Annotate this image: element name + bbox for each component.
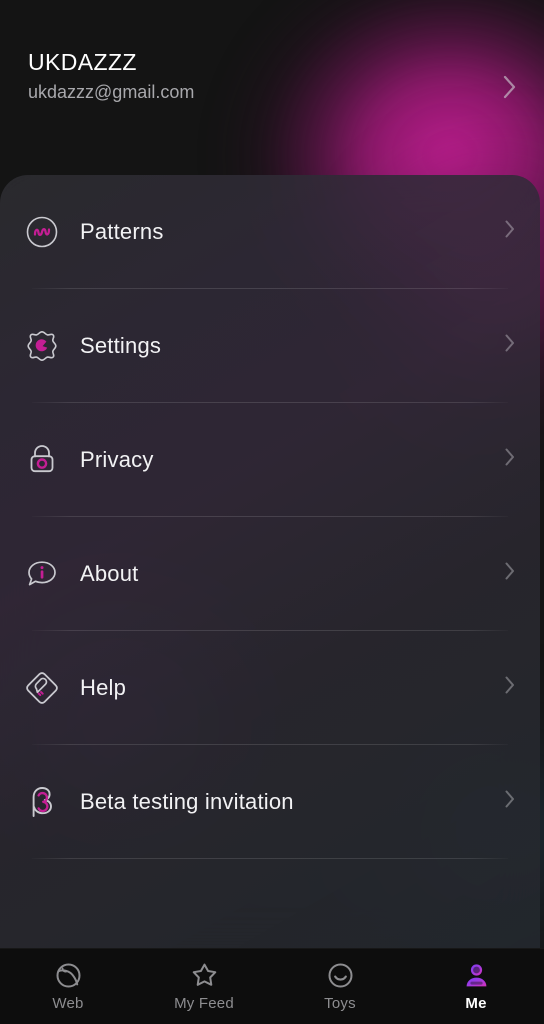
- menu-item-settings[interactable]: Settings: [0, 289, 540, 402]
- menu-item-about[interactable]: About: [0, 517, 540, 630]
- nav-item-toys[interactable]: Toys: [272, 960, 408, 1012]
- smiley-icon: [325, 960, 355, 990]
- settings-menu-list: Patterns Settings Privacy About Help Bet…: [0, 175, 540, 859]
- nav-item-label: My Feed: [174, 995, 234, 1012]
- chevron-right-icon[interactable]: [504, 333, 516, 358]
- app-screen: UKDAZZZ ukdazzz@gmail.com Patterns Setti…: [0, 0, 544, 1024]
- settings-card: Patterns Settings Privacy About Help Bet…: [0, 175, 540, 948]
- account-name: UKDAZZZ: [28, 49, 137, 75]
- menu-item-label: Help: [80, 674, 127, 700]
- info-bubble-icon: [22, 554, 62, 594]
- star-icon: [189, 960, 219, 990]
- bottom-navigation: Web My Feed Toys Me: [0, 948, 544, 1024]
- menu-item-patterns[interactable]: Patterns: [0, 175, 540, 288]
- menu-divider: [32, 858, 508, 859]
- menu-item-label: Settings: [80, 332, 162, 358]
- diamond-help-icon: [22, 668, 62, 708]
- account-text-block: UKDAZZZ ukdazzz@gmail.com: [28, 44, 502, 105]
- menu-item-label: Beta testing invitation: [80, 788, 294, 814]
- gear-icon: [22, 326, 62, 366]
- chevron-right-icon[interactable]: [504, 675, 516, 700]
- nav-item-label: Me: [465, 995, 487, 1012]
- beta-icon: [22, 782, 62, 822]
- menu-item-label: About: [80, 560, 139, 586]
- lock-icon: [22, 440, 62, 480]
- patterns-wave-icon: [22, 212, 62, 252]
- nav-item-me[interactable]: Me: [408, 960, 544, 1012]
- account-email: ukdazzz@gmail.com: [28, 82, 195, 102]
- globe-icon: [53, 960, 83, 990]
- nav-item-web[interactable]: Web: [0, 960, 136, 1012]
- menu-item-privacy[interactable]: Privacy: [0, 403, 540, 516]
- menu-item-beta-testing-invitation[interactable]: Beta testing invitation: [0, 745, 540, 858]
- menu-item-label: Patterns: [80, 218, 164, 244]
- nav-item-label: Toys: [324, 995, 356, 1012]
- menu-item-help[interactable]: Help: [0, 631, 540, 744]
- nav-item-label: Web: [52, 995, 84, 1012]
- chevron-right-icon[interactable]: [504, 561, 516, 586]
- nav-item-my-feed[interactable]: My Feed: [136, 960, 272, 1012]
- chevron-right-icon[interactable]: [504, 219, 516, 244]
- chevron-right-icon[interactable]: [504, 789, 516, 814]
- chevron-right-icon[interactable]: [502, 74, 518, 105]
- person-icon: [461, 960, 491, 990]
- chevron-right-icon[interactable]: [504, 447, 516, 472]
- account-header[interactable]: UKDAZZZ ukdazzz@gmail.com: [0, 44, 544, 140]
- menu-item-label: Privacy: [80, 446, 154, 472]
